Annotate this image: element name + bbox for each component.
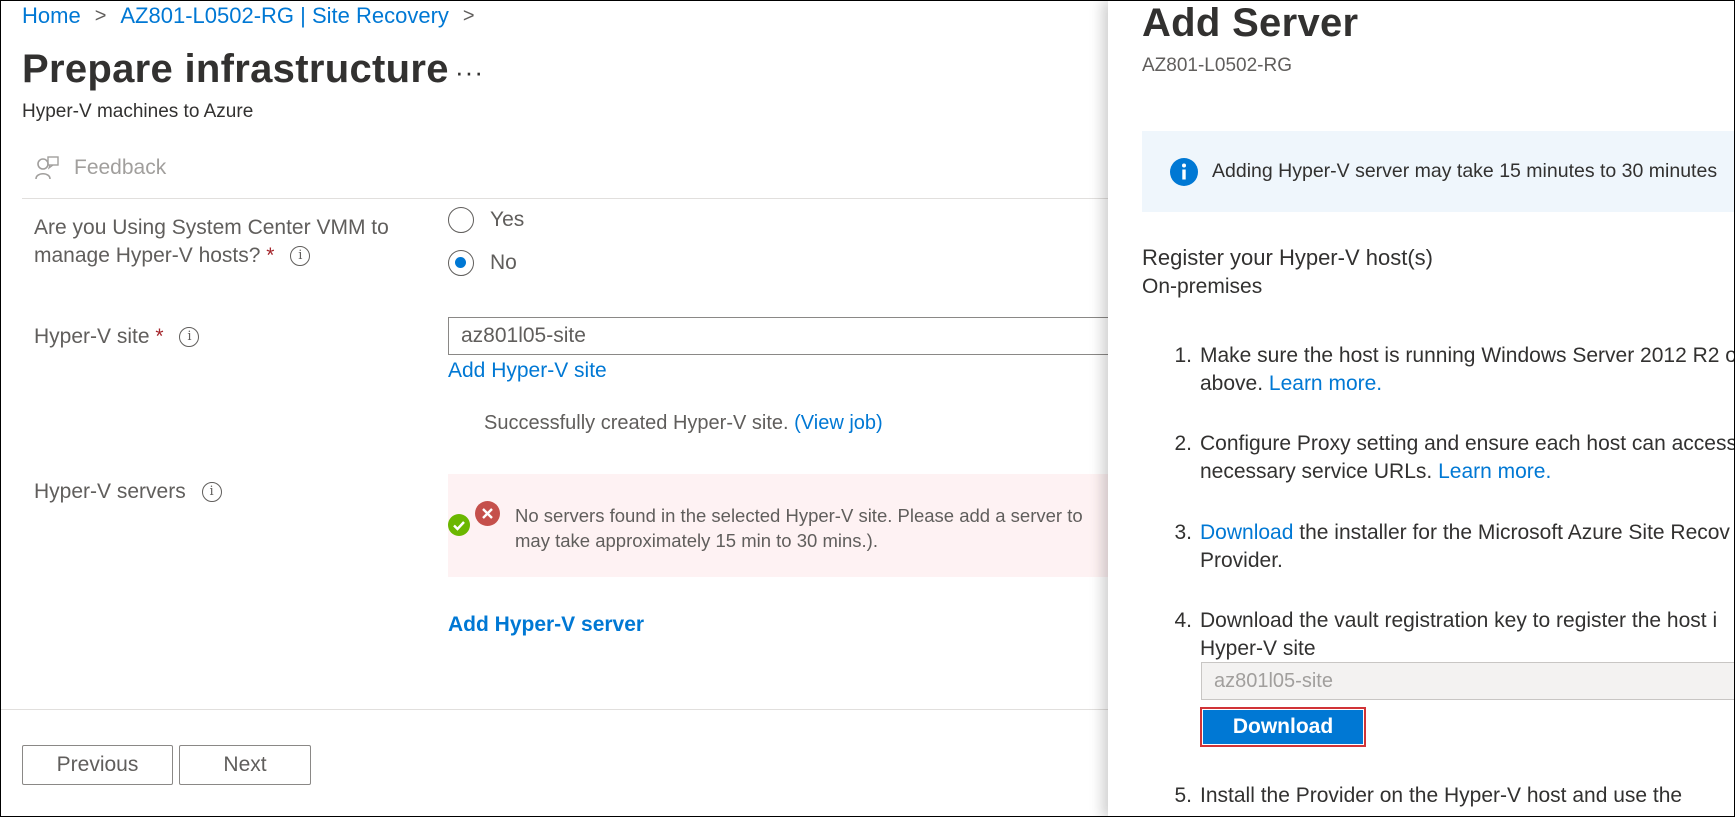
info-icon[interactable]: i [290,246,311,267]
step-number: 2. [1174,432,1192,455]
error-message: No servers found in the selected Hyper-V… [515,503,1115,553]
step-line: Configure Proxy setting and ensure each … [1200,432,1735,455]
step-line: necessary service URLs. [1200,460,1433,483]
step-line: the installer for the Microsoft Azure Si… [1299,521,1730,544]
servers-label-text: Hyper-V servers [34,480,186,503]
chevron-right-icon: > [462,4,475,27]
more-options-icon[interactable]: ··· [455,57,484,88]
step-line: Provider. [1200,549,1283,572]
step-line: Make sure the host is running Windows Se… [1200,344,1735,367]
breadcrumb-home[interactable]: Home [22,3,81,29]
step-body: Download the vault registration key to r… [1200,607,1717,663]
info-banner: Adding Hyper-V server may take 15 minute… [1142,131,1734,212]
vmm-question-label: Are you Using System Center VMM to manag… [34,214,389,270]
learn-more-link[interactable]: Learn more. [1269,372,1382,395]
add-server-link[interactable]: Add Hyper-V server [448,613,644,637]
register-title: Register your Hyper-V host(s) [1142,245,1433,270]
step-body: Download the installer for the Microsoft… [1200,519,1730,575]
info-icon [1170,157,1198,186]
step-body: Configure Proxy setting and ensure each … [1200,430,1735,486]
radio-yes-label: Yes [490,208,525,231]
error-line1: No servers found in the selected Hyper-V… [515,505,1083,526]
vault-key-site-field: az801l05-site [1201,662,1734,700]
error-icon [475,501,500,526]
radio-no-label: No [490,251,517,274]
breadcrumb-site-recovery[interactable]: AZ801-L0502-RG | Site Recovery [120,3,449,29]
divider [22,198,1112,199]
step-line: Hyper-V site [1200,637,1316,660]
required-mark: * [155,325,164,348]
site-label-text: Hyper-V site [34,325,150,348]
step-line: Install the Provider on the Hyper-V host… [1200,784,1683,807]
view-job-link[interactable]: (View job) [794,412,883,434]
radio-yes[interactable]: Yes [448,207,524,233]
footer-divider [1,709,1111,710]
vmm-question-line1: Are you Using System Center VMM to [34,216,389,239]
site-select[interactable]: az801l05-site [448,317,1128,355]
info-icon[interactable]: i [179,327,200,348]
download-key-button[interactable]: Download [1200,707,1366,747]
success-text: Successfully created Hyper-V site. [484,412,789,434]
step-line: Download the vault registration key to r… [1200,609,1718,632]
step-body: Install the Provider on the Hyper-V host… [1200,782,1682,810]
step-body: Make sure the host is running Windows Se… [1200,342,1735,398]
feedback-icon [35,156,59,180]
radio-no[interactable]: No [448,250,517,276]
step-number: 3. [1174,521,1192,544]
info-icon[interactable]: i [201,482,222,503]
servers-label: Hyper-V servers i [34,478,222,506]
add-site-link[interactable]: Add Hyper-V site [448,359,607,383]
step-number: 1. [1174,344,1192,367]
next-button[interactable]: Next [179,745,311,785]
vmm-question-line2: manage Hyper-V hosts? [34,244,261,267]
chevron-right-icon: > [94,4,107,27]
radio-circle-no[interactable] [448,250,474,276]
feedback-label: Feedback [74,156,167,179]
site-label: Hyper-V site * i [34,323,200,351]
step-line: above. [1200,372,1264,395]
success-check-icon [448,514,470,536]
panel-title: Add Server [1142,1,1359,45]
download-installer-link[interactable]: Download [1200,521,1293,544]
radio-circle-yes[interactable] [448,207,474,233]
step-number: 4. [1174,609,1192,632]
step-number: 5. [1174,784,1192,807]
window: Home > AZ801-L0502-RG | Site Recovery > … [0,0,1735,817]
error-line2: may take approximately 15 min to 30 mins… [515,530,878,551]
feedback-button[interactable]: Feedback [34,155,166,181]
register-subtitle: On-premises [1142,275,1263,298]
page-title: Prepare infrastructure [22,47,449,91]
required-mark: * [266,244,275,267]
panel-subtitle: AZ801-L0502-RG [1142,55,1292,76]
success-message: Successfully created Hyper-V site. (View… [484,412,883,435]
learn-more-link[interactable]: Learn more. [1438,460,1551,483]
info-banner-text: Adding Hyper-V server may take 15 minute… [1212,160,1718,182]
page-subtitle: Hyper-V machines to Azure [22,101,254,122]
previous-button[interactable]: Previous [22,745,173,785]
breadcrumb: Home > AZ801-L0502-RG | Site Recovery > [22,3,489,29]
